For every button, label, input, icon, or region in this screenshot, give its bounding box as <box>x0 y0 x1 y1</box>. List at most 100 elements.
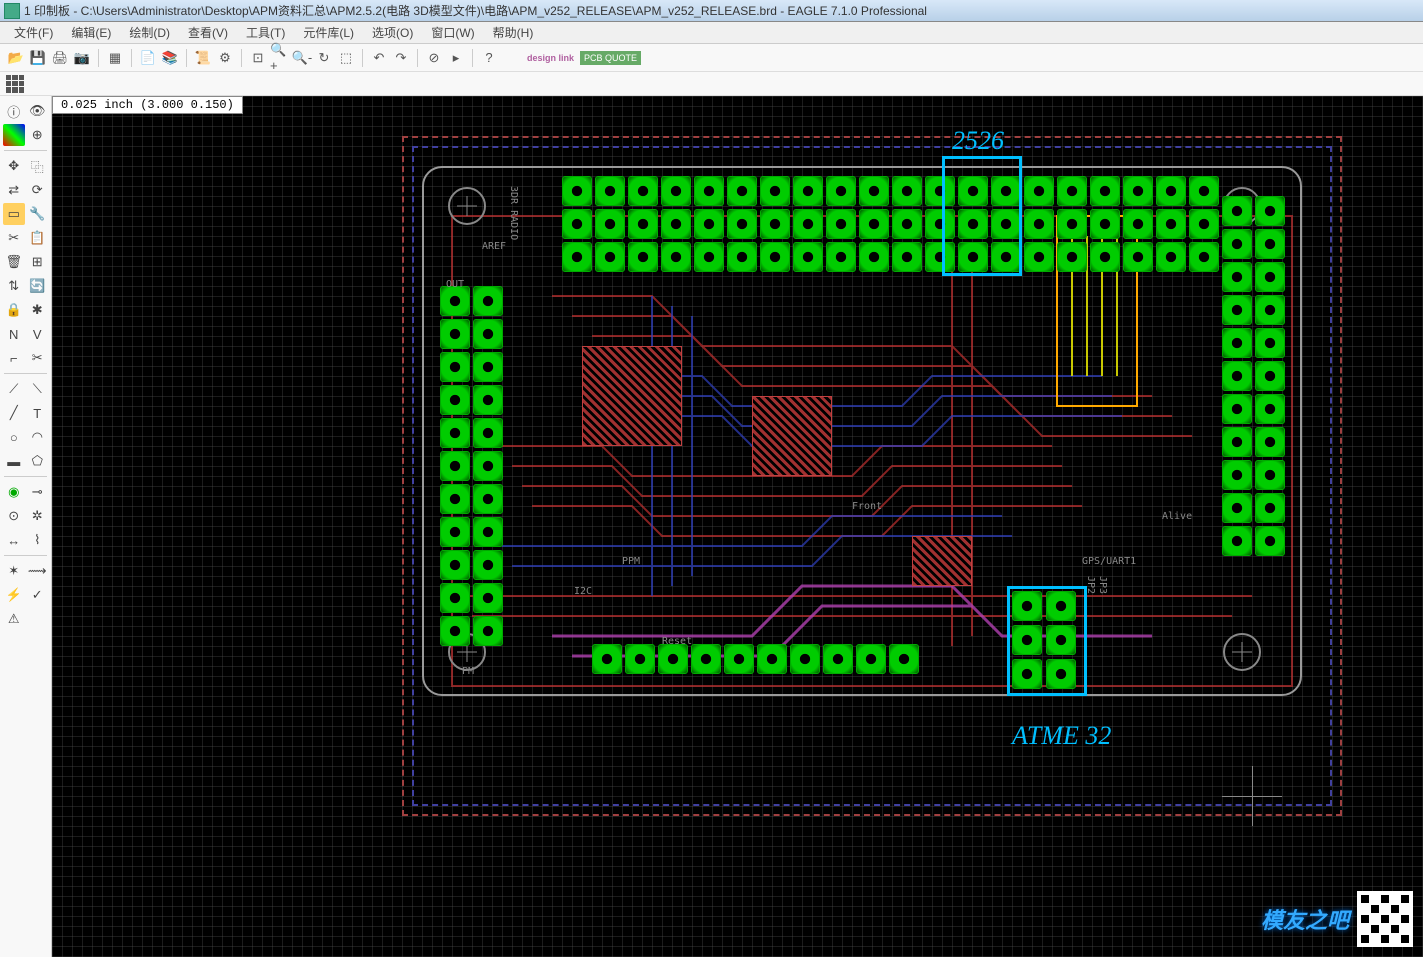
add-tool-icon[interactable]: ⊞ <box>26 251 48 273</box>
menu-window[interactable]: 窗口(W) <box>423 22 482 43</box>
name-tool-icon[interactable]: N <box>3 323 25 345</box>
help-icon[interactable]: ? <box>479 48 499 68</box>
meander-tool-icon[interactable]: ⌇ <box>26 529 48 551</box>
menu-tools[interactable]: 工具(T) <box>238 22 293 43</box>
redo-icon[interactable]: ↷ <box>391 48 411 68</box>
annotation-top: 2526 <box>952 126 1004 156</box>
header-row-mid <box>562 209 1219 239</box>
errors-tool-icon[interactable]: ⚠ <box>3 608 25 630</box>
menu-view[interactable]: 查看(V) <box>180 22 236 43</box>
miter-tool-icon[interactable]: ⌐ <box>3 347 25 369</box>
smd-component <box>912 536 972 586</box>
via-tool-icon[interactable]: ◉ <box>3 481 25 503</box>
print-icon[interactable]: 🖨 <box>50 48 70 68</box>
cut-tool-icon[interactable]: ✂ <box>3 227 25 249</box>
replace-tool-icon[interactable]: 🔄 <box>26 275 48 297</box>
go-icon[interactable]: ▸ <box>446 48 466 68</box>
pcbquote-badge[interactable]: PCB QUOTE <box>580 51 641 65</box>
header-row-top <box>562 176 1219 206</box>
annotation-box-top <box>942 156 1022 276</box>
open-icon[interactable]: 📂 <box>6 48 26 68</box>
board-icon[interactable]: ▦ <box>105 48 125 68</box>
cam-icon[interactable]: 📷 <box>72 48 92 68</box>
auto-tool-icon[interactable]: ⟿ <box>26 560 48 582</box>
show-tool-icon[interactable]: 👁 <box>26 100 48 122</box>
wire-tool-icon[interactable]: ╱ <box>3 402 25 424</box>
layers-tool-icon[interactable] <box>3 124 25 146</box>
params-toolbar <box>0 72 1423 96</box>
menu-bar: 文件(F) 编辑(E) 绘制(D) 查看(V) 工具(T) 元件库(L) 选项(… <box>0 22 1423 44</box>
header-row-bot <box>562 242 1219 272</box>
watermark: 模友之吧 <box>1261 891 1413 947</box>
zoom-fit-icon[interactable]: ⊡ <box>248 48 268 68</box>
qr-code-icon <box>1357 891 1413 947</box>
text-tool-icon[interactable]: T <box>26 402 48 424</box>
attribute-tool-icon[interactable]: ✲ <box>26 505 48 527</box>
undo-icon[interactable]: ↶ <box>369 48 389 68</box>
zoom-select-icon[interactable]: ⬚ <box>336 48 356 68</box>
polygon-tool-icon[interactable]: ⬠ <box>26 450 48 472</box>
designlink-badge[interactable]: design link <box>523 51 578 65</box>
drc-tool-icon[interactable]: ✓ <box>26 584 48 606</box>
silk-gps: GPS/UART1 <box>1082 556 1136 567</box>
route-tool-icon[interactable]: ⟋ <box>3 378 25 400</box>
menu-draw[interactable]: 绘制(D) <box>121 22 178 43</box>
separator <box>362 49 363 67</box>
menu-help[interactable]: 帮助(H) <box>485 22 542 43</box>
silk-ppm: PPM <box>622 556 640 567</box>
mirror-tool-icon[interactable]: ⇄ <box>3 179 25 201</box>
title-bar: 1 印制板 - C:\Users\Administrator\Desktop\A… <box>0 0 1423 22</box>
copy-tool-icon[interactable]: ⿻ <box>26 155 48 177</box>
delete-tool-icon[interactable]: 🗑 <box>3 251 25 273</box>
silk-aref: AREF <box>482 241 506 252</box>
menu-edit[interactable]: 编辑(E) <box>63 22 119 43</box>
signal-tool-icon[interactable]: ⊸ <box>26 481 48 503</box>
stop-icon[interactable]: ⊘ <box>424 48 444 68</box>
ripup-tool-icon[interactable]: ⟍ <box>26 378 48 400</box>
erc-tool-icon[interactable]: ⚡ <box>3 584 25 606</box>
silk-pm: PM <box>462 666 474 677</box>
split-tool-icon[interactable]: ✂ <box>26 347 48 369</box>
silk-jp2: JP2 <box>1085 576 1096 594</box>
library-use-icon[interactable]: 📚 <box>160 48 180 68</box>
lock-tool-icon[interactable]: 🔒 <box>3 299 25 321</box>
value-tool-icon[interactable]: V <box>26 323 48 345</box>
dimension-tool-icon[interactable]: ↔ <box>3 529 25 551</box>
sheet-icon[interactable]: 📄 <box>138 48 158 68</box>
group-tool-icon[interactable]: ▭ <box>3 203 25 225</box>
hole-tool-icon[interactable]: ⊙ <box>3 505 25 527</box>
move-tool-icon[interactable]: ✥ <box>3 155 25 177</box>
silk-radio: 3DR RADIO <box>508 186 519 240</box>
menu-options[interactable]: 选项(O) <box>364 22 421 43</box>
annotation-box-bottom <box>1007 586 1087 696</box>
zoom-in-icon[interactable]: 🔍+ <box>270 48 290 68</box>
ratsnest-tool-icon[interactable]: ✶ <box>3 560 25 582</box>
circle-tool-icon[interactable]: ○ <box>3 426 25 448</box>
rect-tool-icon[interactable]: ▬ <box>3 450 25 472</box>
coordinate-display: 0.025 inch (3.000 0.150) <box>52 96 243 114</box>
separator <box>186 49 187 67</box>
menu-library[interactable]: 元件库(L) <box>295 22 362 43</box>
info-tool-icon[interactable]: ⓘ <box>3 100 25 122</box>
main-toolbar: 📂 💾 🖨 📷 ▦ 📄 📚 📜 ⚙ ⊡ 🔍+ 🔍- ↻ ⬚ ↶ ↷ ⊘ ▸ ? … <box>0 44 1423 72</box>
bottom-header-row <box>592 644 919 674</box>
ulp-icon[interactable]: ⚙ <box>215 48 235 68</box>
smash-tool-icon[interactable]: ✱ <box>26 299 48 321</box>
separator <box>98 49 99 67</box>
pinswap-tool-icon[interactable]: ⇅ <box>3 275 25 297</box>
grid-button[interactable] <box>6 75 24 93</box>
zoom-out-icon[interactable]: 🔍- <box>292 48 312 68</box>
save-icon[interactable]: 💾 <box>28 48 48 68</box>
zoom-redraw-icon[interactable]: ↻ <box>314 48 334 68</box>
script-icon[interactable]: 📜 <box>193 48 213 68</box>
rotate-tool-icon[interactable]: ⟳ <box>26 179 48 201</box>
change-tool-icon[interactable]: 🔧 <box>26 203 48 225</box>
mark-tool-icon[interactable]: ⊕ <box>26 124 48 146</box>
arc-tool-icon[interactable]: ◠ <box>26 426 48 448</box>
paste-tool-icon[interactable]: 📋 <box>26 227 48 249</box>
silk-alive: Alive <box>1162 511 1192 522</box>
menu-file[interactable]: 文件(F) <box>6 22 61 43</box>
pcb-canvas[interactable]: 2526 ATME 32 AREF OUT 3DR RADIO Reset I2… <box>52 96 1423 957</box>
pcb-canvas-area[interactable]: 0.025 inch (3.000 0.150) <box>52 96 1423 957</box>
left-toolbox: ⓘ👁 ⊕ ✥⿻ ⇄⟳ ▭🔧 ✂📋 🗑⊞ ⇅🔄 🔒✱ NV ⌐✂ ⟋⟍ ╱T ○◠… <box>0 96 52 957</box>
